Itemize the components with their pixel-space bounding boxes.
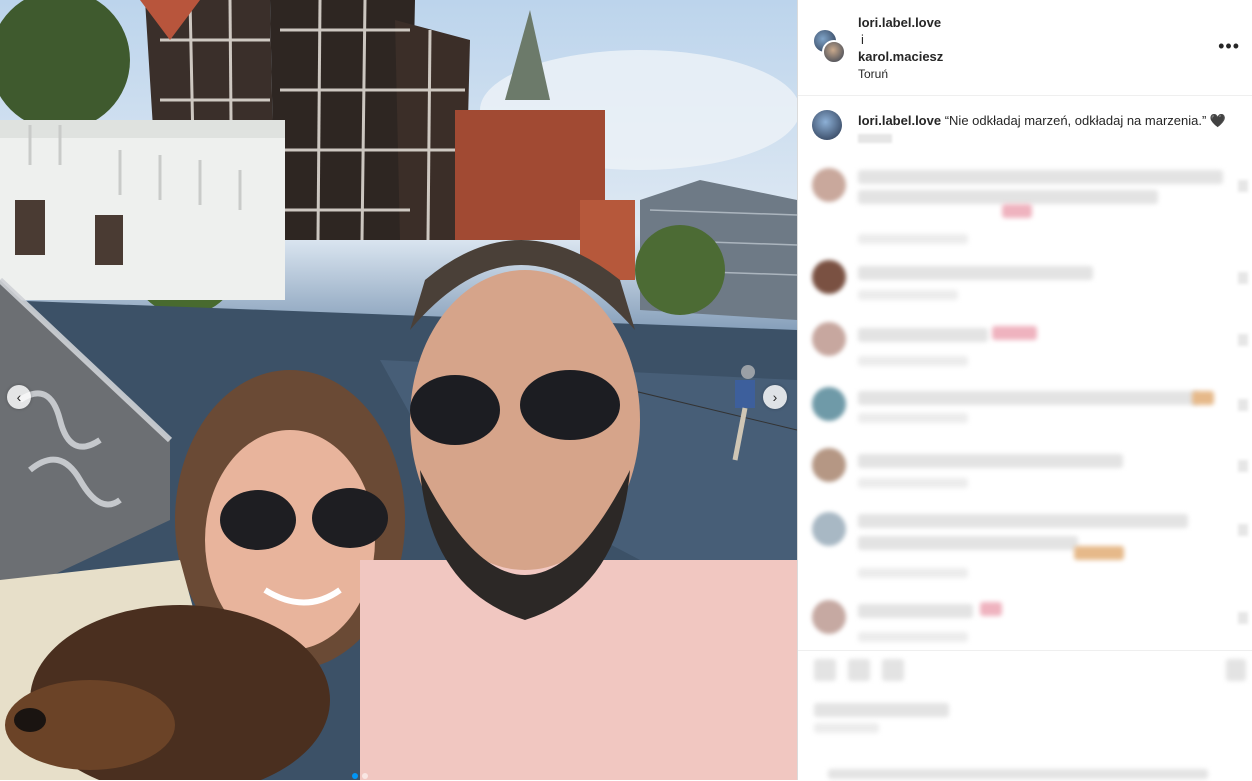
comment-avatar [812,387,846,421]
share-icon[interactable] [882,659,904,681]
comment-emoji [1074,546,1124,560]
post-actions-blurred [798,650,1252,781]
chevron-right-icon: › [772,389,778,405]
post-sidebar: lori.label.love i karol.maciesz Toruń ••… [798,0,1252,780]
comment-like-icon[interactable] [1238,460,1248,472]
caption-body: “Nie odkładaj marzeń, odkładaj na marzen… [944,113,1207,128]
carousel-next-button[interactable]: › [763,385,787,409]
comment-like-icon[interactable] [1238,399,1248,411]
comment-meta [858,632,968,642]
comment-emoji [980,602,1002,616]
comment-avatar [812,512,846,546]
comment-emoji [1002,204,1032,218]
caption-avatar[interactable] [812,110,842,140]
carousel-dot [362,773,368,779]
comment-meta [858,356,968,366]
like-icon[interactable] [814,659,836,681]
comment-meta [858,568,968,578]
post-photo [0,0,797,780]
comment-text [858,266,1093,280]
comment-avatar [812,322,846,356]
comment-text [858,170,1223,184]
comment-text [858,391,1198,405]
comment-text [858,328,988,342]
comment-like-icon[interactable] [1238,180,1248,192]
comment-like-icon[interactable] [1238,524,1248,536]
comment-emoji [1192,391,1214,405]
post-header-text: lori.label.love i karol.maciesz Toruń [858,14,943,83]
collab-conjunction: i [861,32,864,47]
comment-like-icon[interactable] [1238,272,1248,284]
add-comment-input[interactable] [828,769,1208,779]
comment-text [858,514,1188,528]
caption-text: lori.label.love “Nie odkładaj marzeń, od… [858,112,1238,129]
collab-avatars[interactable] [812,28,846,64]
carousel-indicators [352,773,368,779]
comment-avatar [812,448,846,482]
comment-avatar [812,260,846,294]
comment-text [858,536,1078,550]
comment-text [858,190,1158,204]
coauthor-avatar[interactable] [822,40,846,64]
black-heart-emoji: 🖤 [1209,113,1227,128]
comment-like-icon[interactable] [1238,334,1248,346]
post-header: lori.label.love i karol.maciesz Toruń ••… [798,0,1252,96]
comment-text [858,454,1123,468]
author-username[interactable]: lori.label.love [858,14,943,31]
comment-icon[interactable] [848,659,870,681]
comment-like-icon[interactable] [1238,612,1248,624]
likes-count[interactable] [814,703,949,717]
caption-timestamp [858,134,892,143]
post-media[interactable]: ‹ › [0,0,797,780]
more-options-button[interactable]: ••• [1218,36,1240,57]
coauthor-username[interactable]: karol.maciesz [858,48,943,65]
more-horizontal-icon: ••• [1218,36,1240,56]
comment-meta [858,234,968,244]
caption-username[interactable]: lori.label.love [858,113,941,128]
comment-meta [858,478,968,488]
save-icon[interactable] [1226,659,1246,681]
chevron-left-icon: ‹ [16,389,22,405]
carousel-prev-button[interactable]: ‹ [7,385,31,409]
comment-text [858,604,973,618]
post-date [814,723,879,733]
carousel-dot [352,773,358,779]
comment-meta [858,290,958,300]
comment-avatar [812,168,846,202]
location-link[interactable]: Toruń [858,66,943,83]
comment-emoji [992,326,1037,340]
comment-avatar [812,600,846,634]
comment-meta [858,413,968,423]
